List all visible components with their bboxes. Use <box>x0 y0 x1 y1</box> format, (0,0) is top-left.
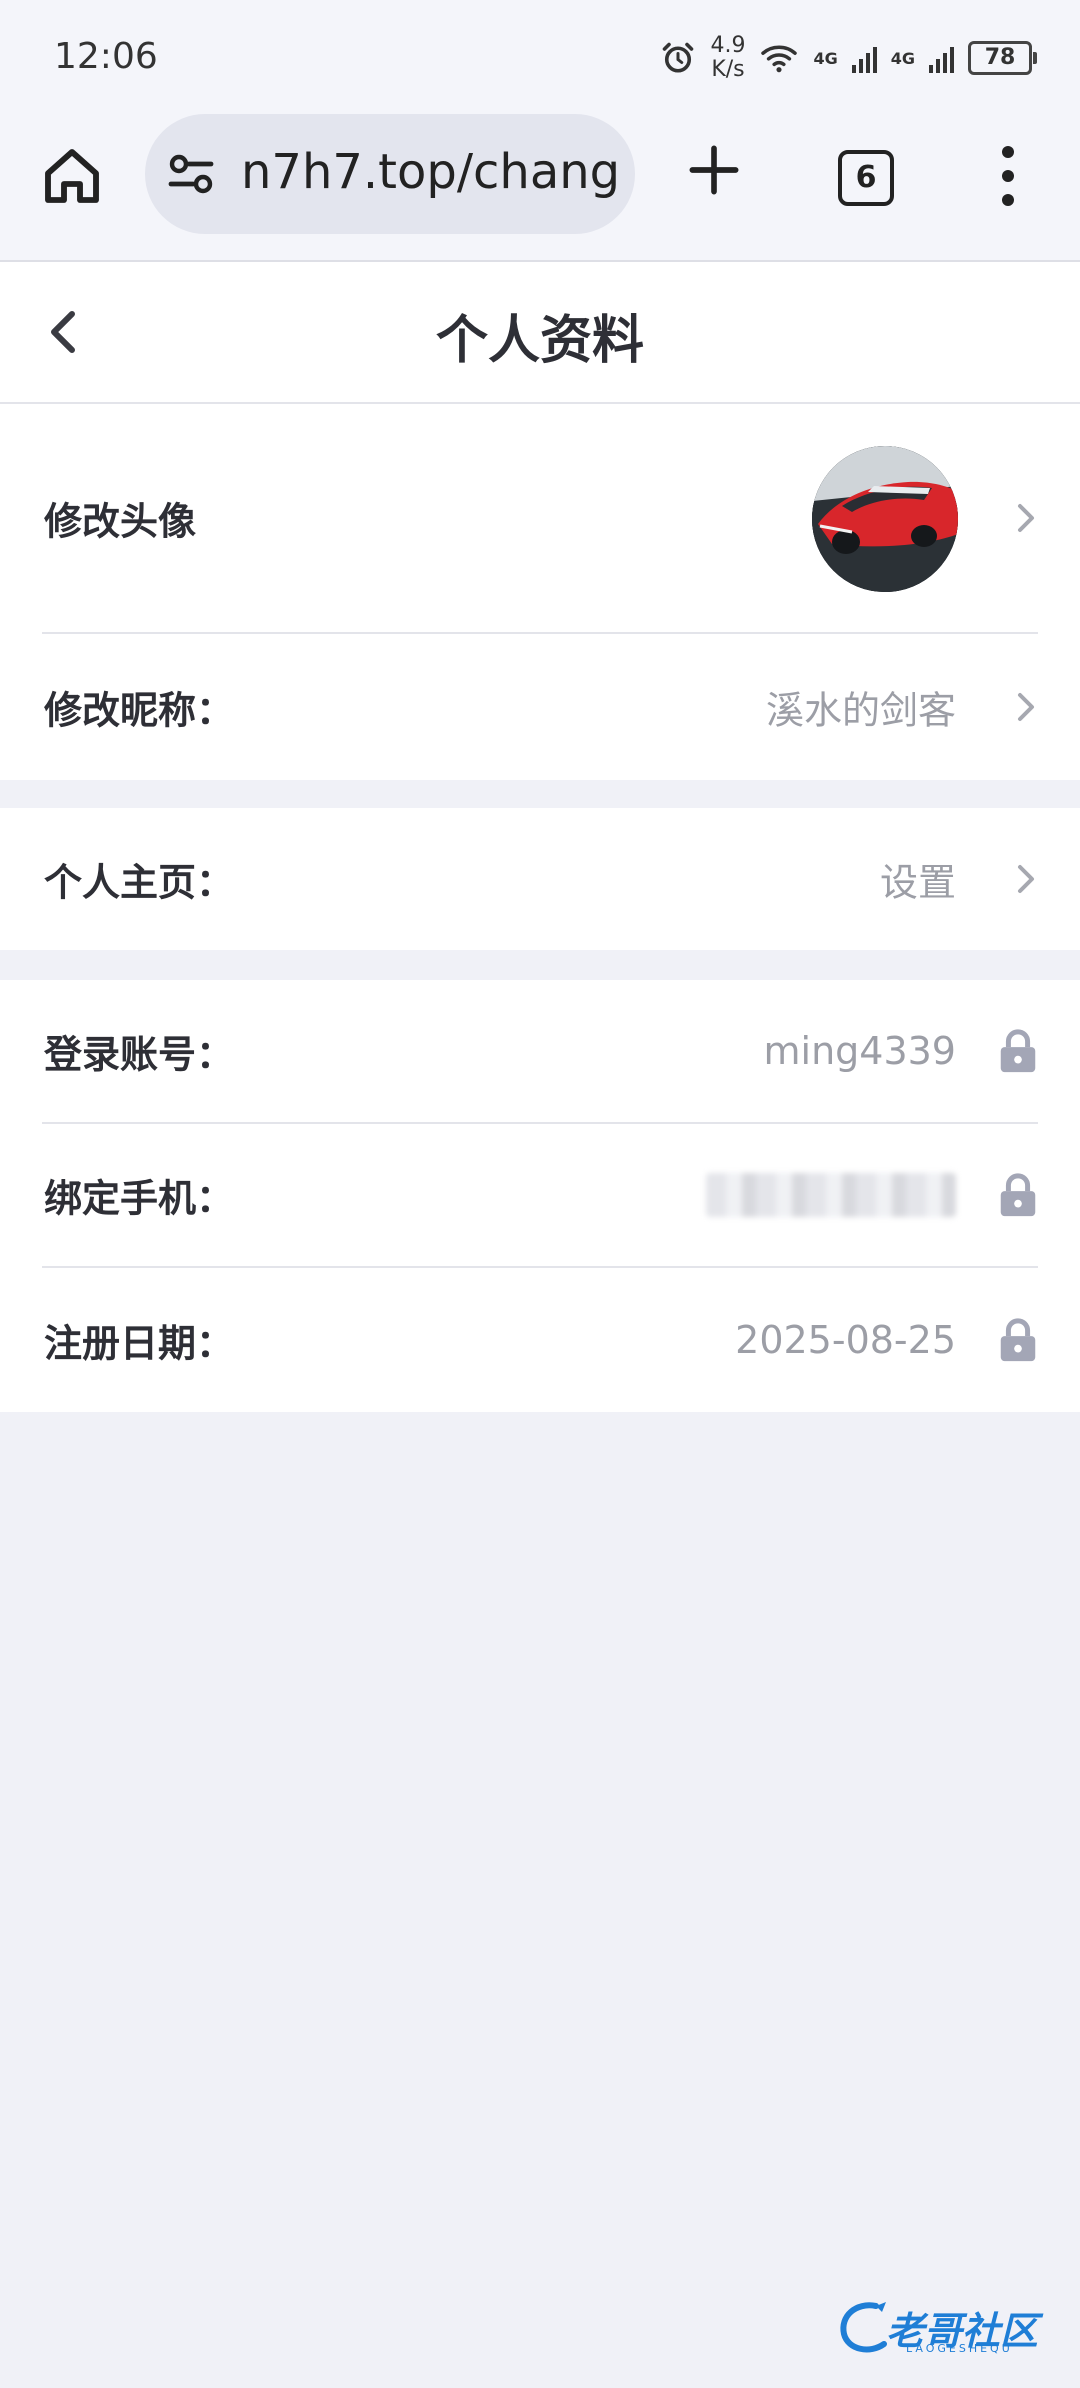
nickname-value: 溪水的剑客 <box>765 688 956 733</box>
homepage-label: 个人主页： <box>44 860 235 905</box>
watermark-subtext: LAOGESHEQU <box>906 2342 1013 2355</box>
battery-level: 78 <box>984 45 1016 70</box>
page-header: 个人资料 <box>0 262 1080 404</box>
address-bar[interactable]: n7h7.top/change <box>145 114 635 234</box>
watermark-logo: 老哥社区 LAOGESHEQU <box>836 2292 1066 2364</box>
wifi-icon <box>761 45 798 73</box>
register-date-label: 注册日期： <box>44 1321 235 1366</box>
plus-icon[interactable] <box>688 144 740 196</box>
status-icons: 4.9 K/s 4G 4G 78 <box>660 30 1037 86</box>
signal-icon <box>851 43 877 73</box>
homepage-section: 个人主页： 设置 <box>0 808 1080 950</box>
net-speed-value: 4.9 <box>710 33 746 58</box>
signal-icon <box>929 43 954 73</box>
home-icon[interactable] <box>40 144 104 208</box>
chevron-right-icon <box>1018 504 1034 532</box>
net-speed-unit: K/s <box>711 57 745 82</box>
account-section: 登录账号： ming4339 绑定手机： 注册日期： 2025-08-25 <box>0 980 1080 1412</box>
avatar-label: 修改头像 <box>44 499 197 544</box>
chevron-right-icon <box>1018 693 1034 721</box>
tab-count: 6 <box>855 160 877 195</box>
net-speed: 4.9 K/s <box>710 34 745 82</box>
account-value: ming4339 <box>763 1029 957 1073</box>
avatar[interactable] <box>812 446 958 592</box>
tabs-icon[interactable]: 6 <box>838 150 894 206</box>
more-vertical-icon[interactable] <box>1000 146 1016 206</box>
status-time: 12:06 <box>54 36 158 77</box>
signal1-label: 4G <box>813 48 838 68</box>
lock-icon <box>1000 1029 1036 1073</box>
phone-value-redacted <box>706 1173 956 1217</box>
avatar-row[interactable]: 修改头像 <box>42 404 1038 634</box>
phone-row: 绑定手机： <box>42 1124 1038 1268</box>
signal2-label: 4G <box>890 48 915 68</box>
account-row: 登录账号： ming4339 <box>42 980 1038 1124</box>
nickname-row[interactable]: 修改昵称： 溪水的剑客 <box>42 634 1038 780</box>
register-date-value: 2025-08-25 <box>735 1318 956 1362</box>
battery-icon: 78 <box>968 41 1037 75</box>
alarm-icon <box>663 42 694 73</box>
homepage-value: 设置 <box>879 860 956 905</box>
homepage-row[interactable]: 个人主页： 设置 <box>42 808 1038 950</box>
browser-toolbar: n7h7.top/change 6 <box>0 110 1080 262</box>
page-title: 个人资料 <box>435 311 644 371</box>
car-image <box>812 446 958 592</box>
lock-icon <box>1000 1318 1036 1362</box>
nickname-label: 修改昵称： <box>44 688 235 733</box>
account-label: 登录账号： <box>44 1032 235 1077</box>
lock-icon <box>1000 1173 1036 1217</box>
site-settings-icon[interactable] <box>167 152 215 196</box>
chevron-right-icon <box>1018 865 1034 893</box>
profile-section: 修改头像 修改昵称： 溪水的剑客 <box>0 404 1080 780</box>
url-text: n7h7.top/change <box>241 144 621 200</box>
status-bar: 12:06 4.9 K/s 4G 4G 78 <box>0 0 1080 110</box>
phone-label: 绑定手机： <box>44 1176 235 1221</box>
register-date-row: 注册日期： 2025-08-25 <box>42 1268 1038 1412</box>
